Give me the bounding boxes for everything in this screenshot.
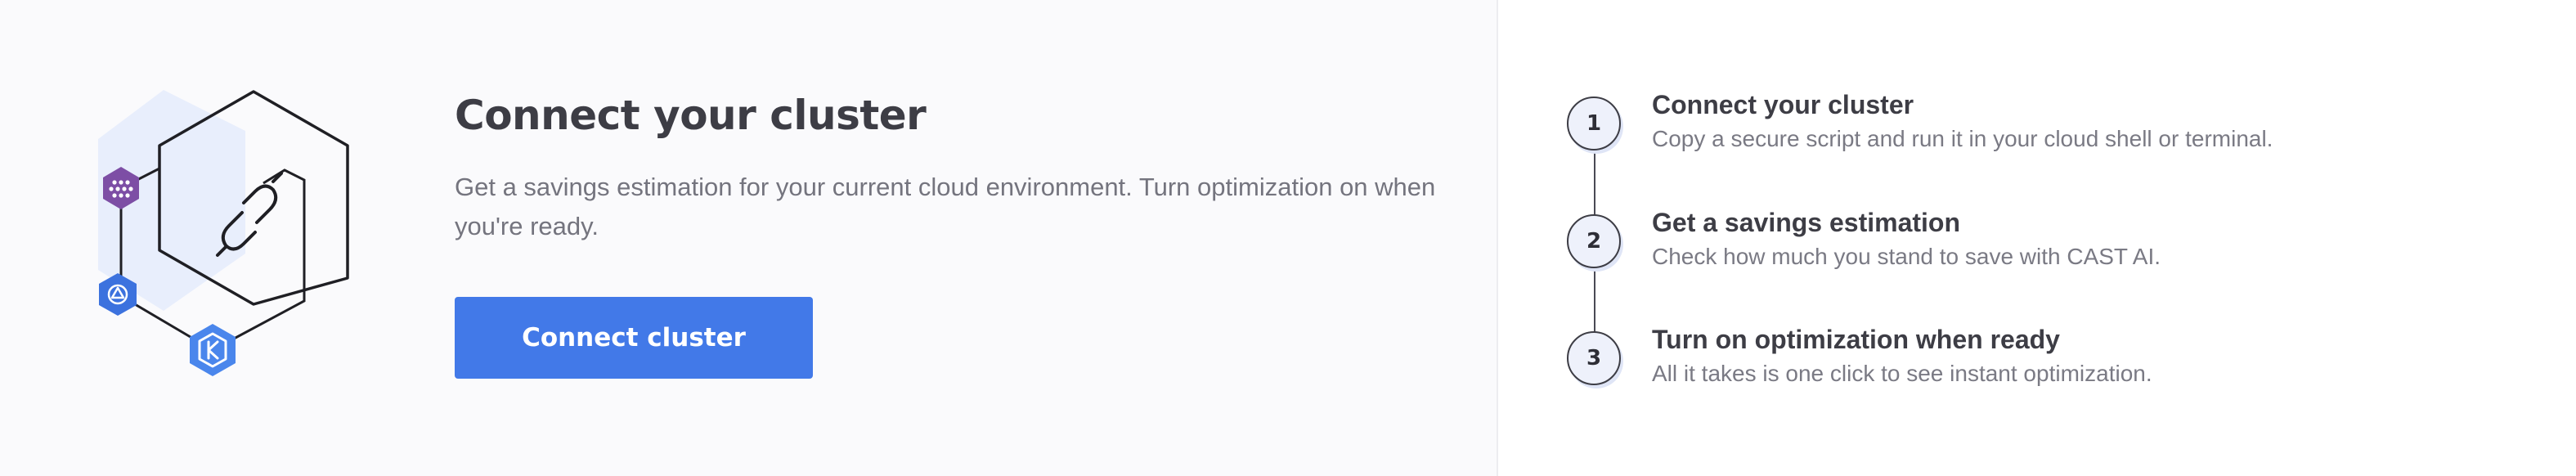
connect-cluster-page: Connect your cluster Get a savings estim… [0,0,2576,476]
step-connect: 1 Connect your cluster Copy a secure scr… [1567,90,2548,155]
step-description: All it takes is one click to see instant… [1652,361,2152,386]
step-description: Check how much you stand to save with CA… [1652,244,2161,269]
light-blue-hex-k-icon [190,324,236,376]
panel-divider [1497,0,1498,476]
step-number-badge: 1 [1567,97,1621,150]
cluster-hexagon-link-icon [98,90,349,376]
step-savings-estimation: 2 Get a savings estimation Check how muc… [1567,208,2548,273]
step-number-badge: 2 [1567,214,1621,268]
step-number-badge: 3 [1567,331,1621,385]
step-title: Connect your cluster [1652,90,1914,119]
step-turn-on-optimization: 3 Turn on optimization when ready All it… [1567,325,2548,390]
intro-panel: Connect your cluster Get a savings estim… [0,0,1497,476]
connect-cluster-button[interactable]: Connect cluster [455,297,813,379]
step-title: Get a savings estimation [1652,208,1961,237]
step-description: Copy a secure script and run it in your … [1652,126,2273,151]
step-title: Turn on optimization when ready [1652,325,2060,354]
page-subtitle: Get a savings estimation for your curren… [455,173,1436,240]
onboarding-steps: 1 Connect your cluster Copy a secure scr… [1567,90,2548,393]
page-title: Connect your cluster [455,92,927,139]
